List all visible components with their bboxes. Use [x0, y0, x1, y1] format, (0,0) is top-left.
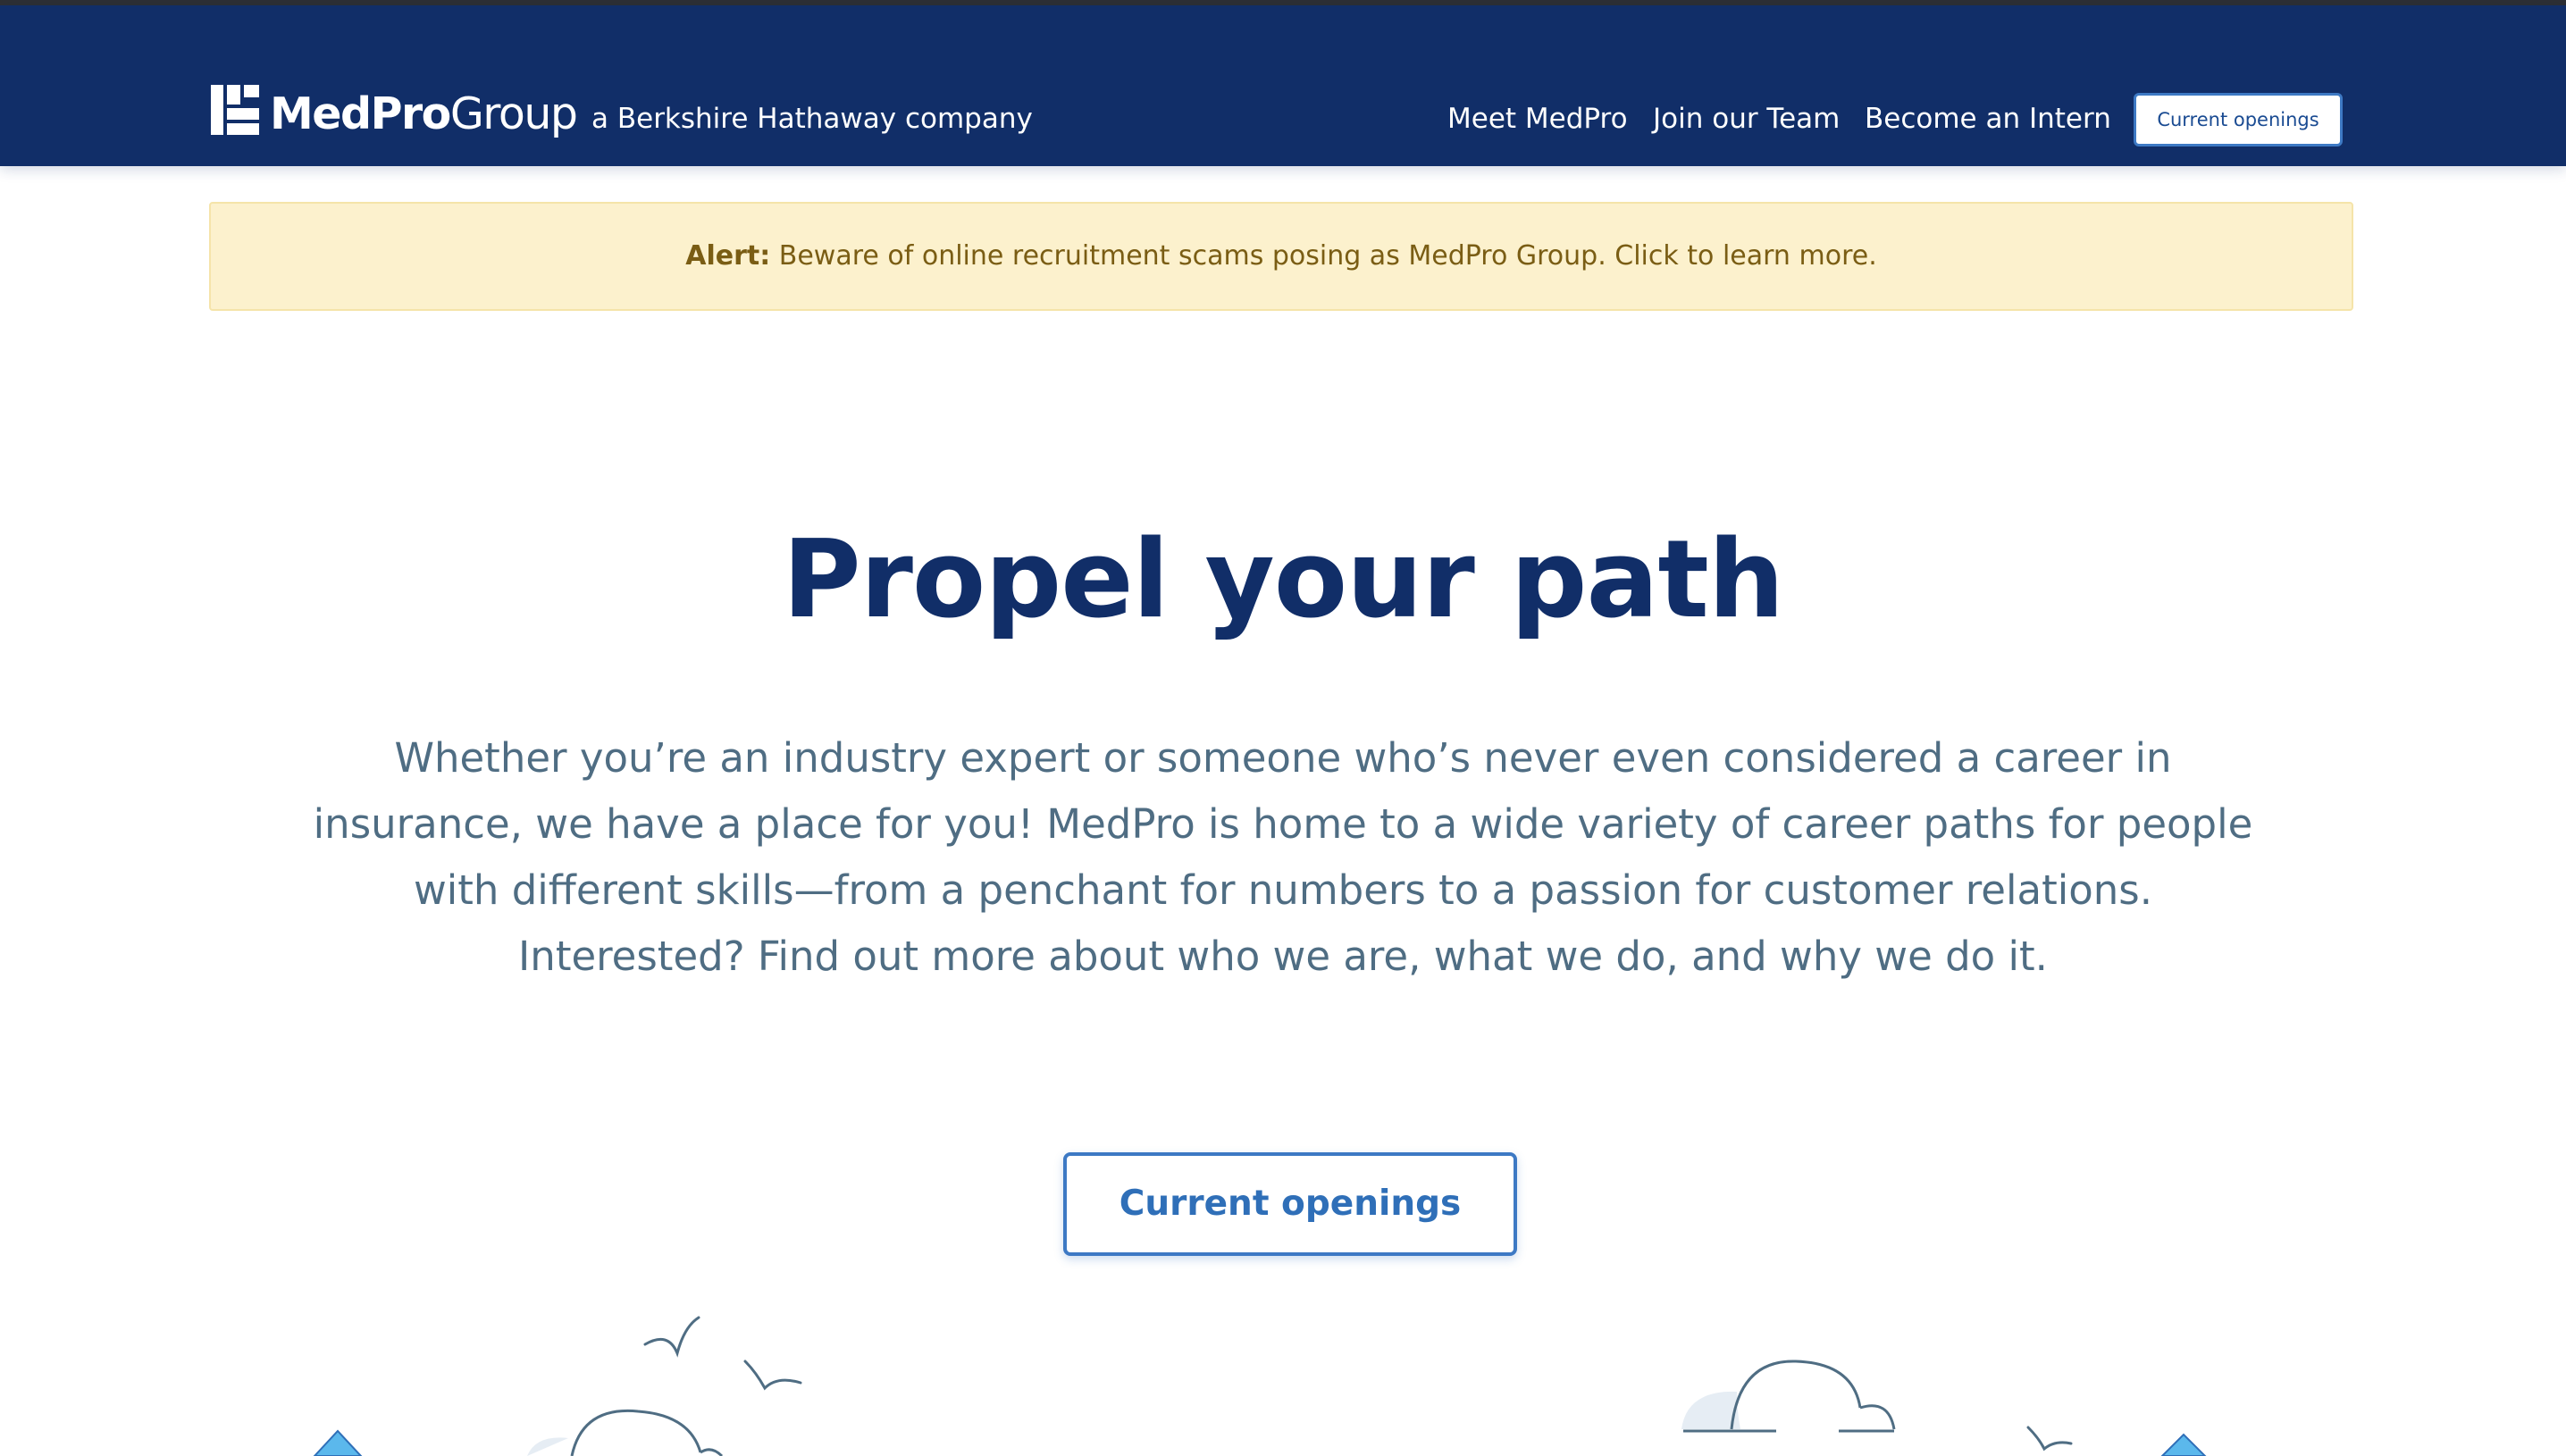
company-tagline: a Berkshire Hathaway company	[591, 103, 1033, 135]
logo-light: Group	[449, 88, 578, 139]
nav-join-our-team[interactable]: Join our Team	[1653, 101, 1840, 137]
cloud-icon	[527, 1409, 724, 1456]
bird-icon	[643, 1316, 700, 1358]
page-title: Propel your path	[782, 518, 1784, 642]
nav-meet-medpro[interactable]: Meet MedPro	[1447, 101, 1628, 137]
bird-icon	[2026, 1426, 2073, 1452]
logo-wordmark[interactable]: MedProGroup	[270, 88, 578, 141]
hero-illustration	[313, 1316, 2207, 1456]
alert-prefix: Alert:	[685, 240, 771, 272]
alert-message: Beware of online recruitment scams posin…	[770, 240, 1877, 272]
current-openings-button[interactable]: Current openings	[1063, 1152, 1517, 1256]
hot-air-balloon-icon	[313, 1429, 363, 1456]
hot-air-balloon-icon	[2160, 1433, 2207, 1456]
site-header: MedProGroup a Berkshire Hathaway company…	[0, 5, 2566, 166]
cloud-icon	[1681, 1360, 1896, 1433]
hero-description: Whether you’re an industry expert or som…	[313, 734, 2253, 980]
scam-alert-banner[interactable]: Alert: Beware of online recruitment scam…	[209, 202, 2353, 311]
logo-bold: MedPro	[270, 88, 451, 139]
header-current-openings-button[interactable]: Current openings	[2134, 93, 2343, 146]
nav-become-an-intern[interactable]: Become an Intern	[1865, 101, 2111, 137]
bird-icon	[743, 1360, 802, 1391]
medpro-logo-icon[interactable]	[211, 85, 259, 135]
